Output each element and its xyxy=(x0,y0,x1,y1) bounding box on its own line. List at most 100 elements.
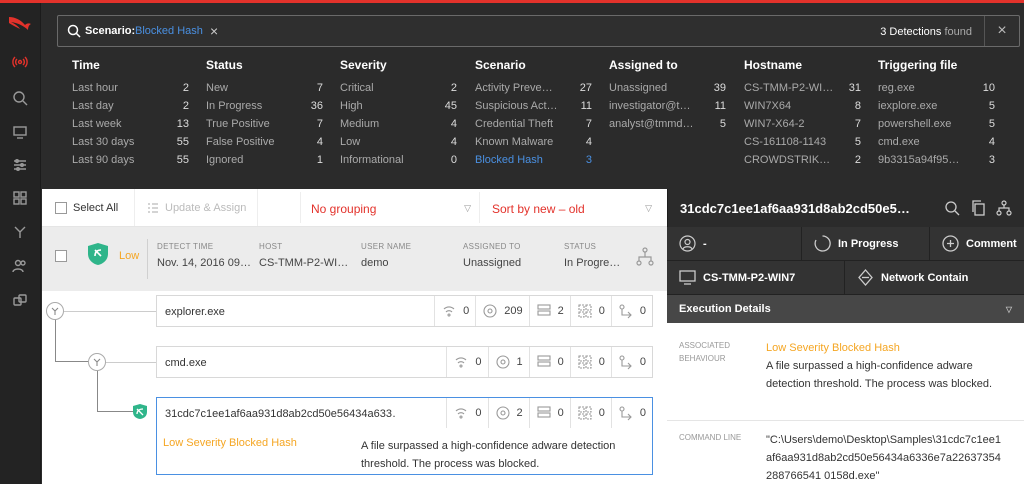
facet-row[interactable]: Informational 0 xyxy=(340,151,457,169)
facet-row[interactable]: CS-161108-1143 5 xyxy=(744,133,861,151)
dns-icon xyxy=(495,406,510,420)
update-assign-label: Update & Assign xyxy=(165,201,247,214)
process-tree-icon[interactable] xyxy=(996,200,1012,216)
facet-row[interactable]: Unassigned 39 xyxy=(609,79,726,97)
module-stat[interactable]: 0 xyxy=(569,347,611,377)
select-all[interactable]: Select All xyxy=(55,202,118,214)
dns-stat[interactable]: 2 xyxy=(487,398,529,428)
sort-dropdown[interactable]: Sort by new – old ▽ xyxy=(480,192,660,223)
facet-row[interactable]: Medium 4 xyxy=(340,115,457,133)
search-icon[interactable] xyxy=(944,200,960,216)
copy-icon[interactable] xyxy=(970,200,986,216)
facet-row[interactable]: Last day 2 xyxy=(72,97,189,115)
behaviour-link[interactable]: Low Severity Blocked Hash xyxy=(766,339,1006,357)
process-node-icon[interactable] xyxy=(88,353,106,371)
facet-row[interactable]: Suspicious Act… 11 xyxy=(475,97,592,115)
activity-icon[interactable] xyxy=(10,53,30,71)
facet-row[interactable]: In Progress 36 xyxy=(206,97,323,115)
facet-row[interactable]: investigator@t… 11 xyxy=(609,97,726,115)
facet-row[interactable]: False Positive 4 xyxy=(206,133,323,151)
dashboards-icon[interactable] xyxy=(10,189,30,207)
select-all-checkbox[interactable] xyxy=(55,202,67,214)
facet-row[interactable]: iexplore.exe 5 xyxy=(878,97,995,115)
behaviour-title[interactable]: Low Severity Blocked Hash xyxy=(163,437,297,449)
facet-row[interactable]: High 45 xyxy=(340,97,457,115)
execution-stat[interactable]: 0 xyxy=(610,398,652,428)
dns-stat[interactable]: 1 xyxy=(487,347,529,377)
facet-row[interactable]: True Positive 7 xyxy=(206,115,323,133)
network-stat[interactable]: 0 xyxy=(446,398,487,428)
facet-row[interactable]: Last hour 2 xyxy=(72,79,189,97)
network-stat[interactable]: 0 xyxy=(446,347,487,377)
disk-icon xyxy=(537,304,551,316)
facet-row[interactable]: 9b3315a94f95… 3 xyxy=(878,151,995,169)
detail-panel: 31cdc7c1ee1af6aa931d8ab2cd50e5… - In Pro… xyxy=(667,189,1024,484)
facet-row[interactable]: Credential Theft 7 xyxy=(475,115,592,133)
shield-icon[interactable] xyxy=(132,403,148,420)
facet-row[interactable]: Last week 13 xyxy=(72,115,189,133)
clear-search-button[interactable]: × xyxy=(984,16,1019,46)
host-button[interactable]: CS-TMM-P2-WIN7 xyxy=(667,261,845,294)
process-card[interactable]: cmd.exe 0 1 0 0 0 xyxy=(156,346,653,378)
facet-row[interactable]: reg.exe 10 xyxy=(878,79,995,97)
facet-row[interactable]: CS-TMM-P2-WI… 31 xyxy=(744,79,861,97)
comment-button[interactable]: Comment xyxy=(930,227,1024,260)
facet-triggering-file: Triggering file reg.exe 10 iexplore.exe 5 … xyxy=(878,58,995,169)
facet-time: Time Last hour 2 Last day 2 Last week 13 La… xyxy=(72,58,189,169)
disk-stat[interactable]: 0 xyxy=(528,347,570,377)
facet-row[interactable]: WIN7X64 8 xyxy=(744,97,861,115)
facet-row[interactable]: WIN7-X64-2 7 xyxy=(744,115,861,133)
detection-checkbox[interactable] xyxy=(55,250,67,262)
facet-row[interactable]: analyst@tmmd… 5 xyxy=(609,115,726,133)
process-tree-icon[interactable] xyxy=(10,223,30,241)
dns-icon xyxy=(483,304,497,318)
process-card[interactable]: explorer.exe 0 209 2 0 0 xyxy=(156,295,653,327)
contain-icon xyxy=(858,269,873,286)
process-node-icon[interactable] xyxy=(46,302,64,320)
divider xyxy=(147,239,148,279)
process-card-selected[interactable]: 31cdc7c1ee1af6aa931d8ab2cd50e56434a633… … xyxy=(156,397,653,475)
network-contain-button[interactable]: Network Contain xyxy=(845,261,1024,294)
facet-row[interactable]: powershell.exe 5 xyxy=(878,115,995,133)
process-tree-icon[interactable] xyxy=(635,247,655,267)
column-label: DETECT TIME xyxy=(157,242,214,251)
execution-stat[interactable]: 0 xyxy=(610,296,652,326)
detection-count: 3 Detections found xyxy=(880,26,972,38)
module-stat[interactable]: 0 xyxy=(569,296,611,326)
comment-label: Comment xyxy=(966,237,1017,250)
configuration-icon[interactable] xyxy=(10,156,30,174)
dns-stat[interactable]: 209 xyxy=(475,296,528,326)
facet-row[interactable]: Known Malware 4 xyxy=(475,133,592,151)
facet-row[interactable]: Last 30 days 55 xyxy=(72,133,189,151)
module-stat[interactable]: 0 xyxy=(569,398,611,428)
search-bar[interactable]: Scenario: Blocked Hash × 3 Detections fo… xyxy=(57,15,1020,47)
execution-details-header[interactable]: Execution Details ▽ xyxy=(667,295,1024,323)
facet-row[interactable]: Low 4 xyxy=(340,133,457,151)
execution-stat[interactable]: 0 xyxy=(610,347,652,377)
integrations-icon[interactable] xyxy=(10,291,30,309)
facet-row[interactable]: Ignored 1 xyxy=(206,151,323,169)
assign-user-button[interactable]: - xyxy=(667,227,802,260)
facet-row[interactable]: New 7 xyxy=(206,79,323,97)
facet-row-selected[interactable]: Blocked Hash 3 xyxy=(475,151,592,169)
disk-stat[interactable]: 2 xyxy=(528,296,570,326)
execute-icon xyxy=(619,355,632,370)
facet-row[interactable]: Last 90 days 55 xyxy=(72,151,189,169)
status-button[interactable]: In Progress xyxy=(802,227,930,260)
facet-row[interactable]: CROWDSTRIK… 2 xyxy=(744,151,861,169)
chevron-down-icon: ▽ xyxy=(464,203,471,213)
grouping-dropdown[interactable]: No grouping ▽ xyxy=(300,192,480,223)
update-assign-button[interactable]: Update & Assign xyxy=(134,189,258,226)
users-icon[interactable] xyxy=(10,257,30,275)
facet-row[interactable]: Activity Preve… 27 xyxy=(475,79,592,97)
facet-row[interactable]: cmd.exe 4 xyxy=(878,133,995,151)
network-contain-label: Network Contain xyxy=(881,271,969,284)
investigate-icon[interactable] xyxy=(10,89,30,107)
detection-row[interactable]: Low DETECT TIME Nov. 14, 2016 09… HOST C… xyxy=(42,227,667,291)
command-line: COMMAND LINE "C:\Users\demo\Desktop\Samp… xyxy=(679,431,1014,483)
facet-row[interactable]: Critical 2 xyxy=(340,79,457,97)
disk-stat[interactable]: 0 xyxy=(528,398,570,428)
remove-filter-icon[interactable]: × xyxy=(210,23,218,39)
network-stat[interactable]: 0 xyxy=(434,296,475,326)
hosts-icon[interactable] xyxy=(10,123,30,141)
